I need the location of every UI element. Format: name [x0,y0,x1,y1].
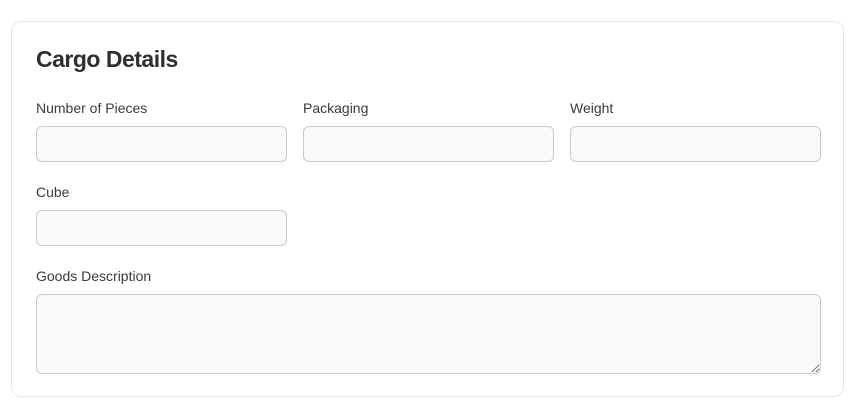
number-of-pieces-label: Number of Pieces [36,100,148,116]
weight-input[interactable] [570,126,821,162]
cargo-details-card: Cargo Details Number of Pieces Packaging… [11,21,844,397]
goods-description-label: Goods Description [36,268,152,284]
weight-label: Weight [570,100,614,116]
goods-description-textarea[interactable] [36,294,821,374]
cube-input[interactable] [36,210,287,246]
number-of-pieces-input[interactable] [36,126,287,162]
section-title: Cargo Details [36,46,178,72]
cube-label: Cube [36,184,70,200]
packaging-input[interactable] [303,126,554,162]
packaging-label: Packaging [303,100,369,116]
